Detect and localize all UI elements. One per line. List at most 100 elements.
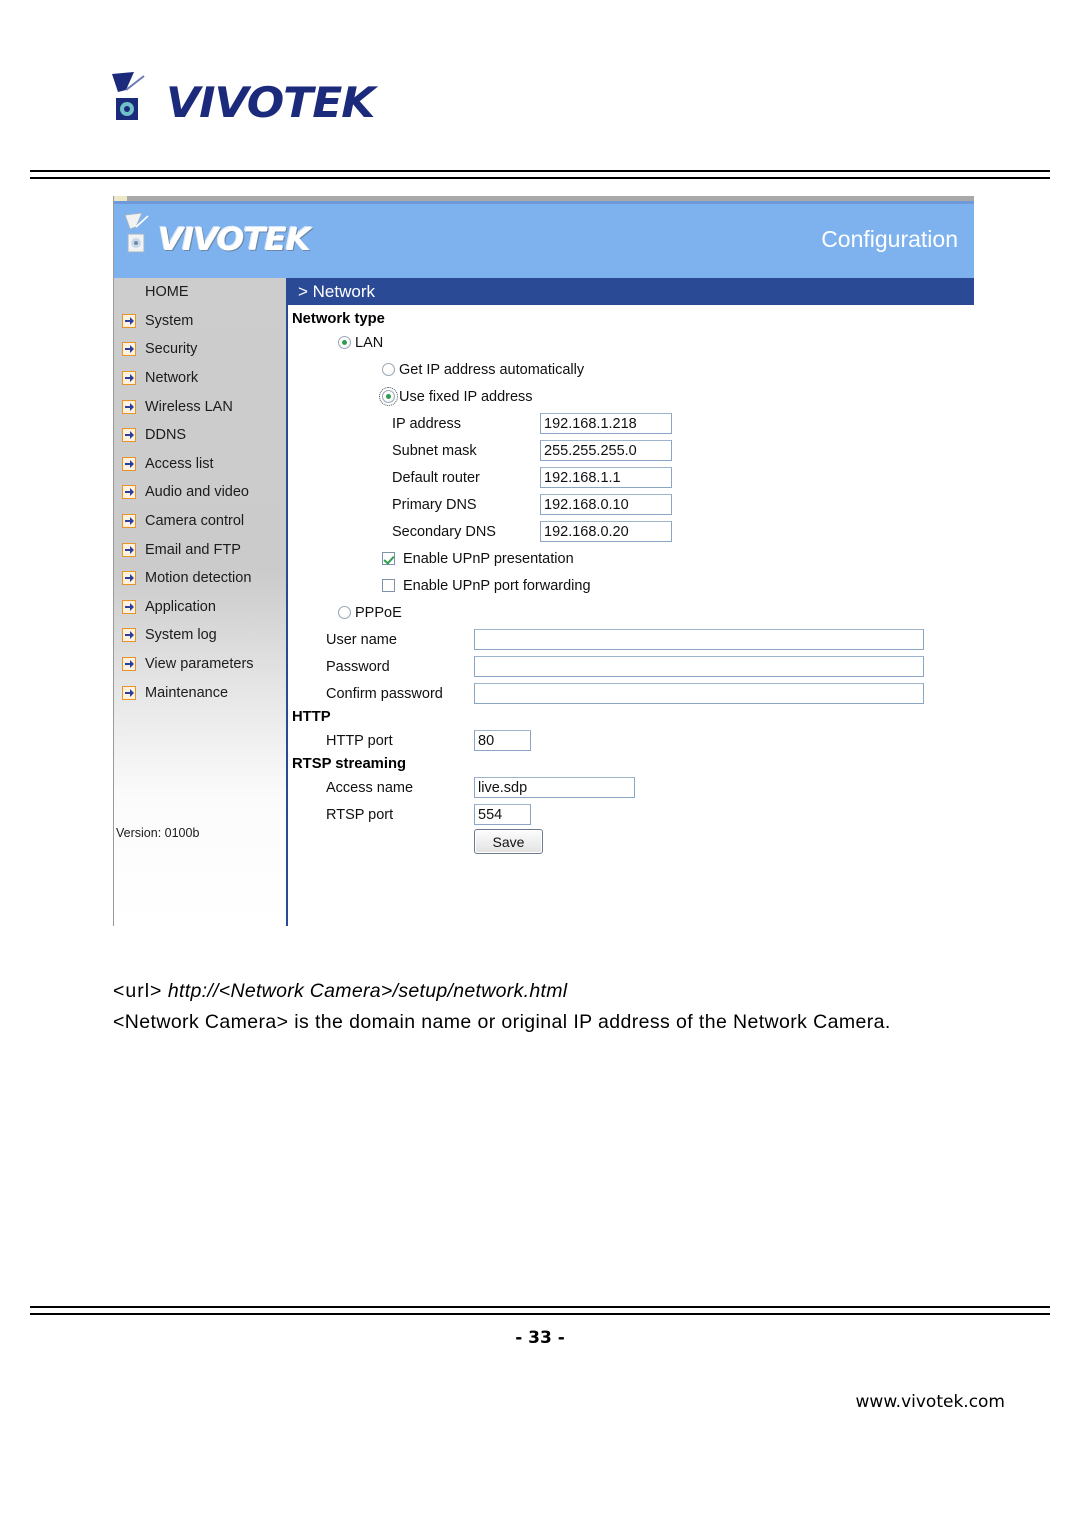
sidebar-item-home[interactable]: HOME	[114, 278, 286, 307]
subnet-mask-input[interactable]: 255.255.255.0	[540, 440, 672, 461]
upnp-presentation-label: Enable UPnP presentation	[403, 550, 574, 567]
arrow-right-icon	[122, 371, 136, 386]
get-ip-auto-radio[interactable]	[382, 363, 395, 376]
arrow-right-icon	[122, 456, 136, 471]
window-corner-nib	[114, 196, 127, 201]
sidebar-item-ddns[interactable]: DDNS	[114, 421, 286, 450]
sidebar-item-application[interactable]: Application	[114, 593, 286, 622]
upnp-presentation-checkbox[interactable]	[382, 552, 395, 565]
sidebar-item-motion-detection[interactable]: Motion detection	[114, 564, 286, 593]
website-url: www.vivotek.com	[855, 1392, 1005, 1412]
vivotek-camera-icon-banner	[124, 212, 149, 253]
arrow-right-icon	[122, 514, 136, 529]
upnp-forwarding-checkbox[interactable]	[382, 579, 395, 592]
sidebar-item-label: System	[145, 312, 194, 329]
secondary-dns-row: Secondary DNS 192.168.0.20	[292, 518, 974, 545]
rtsp-port-row: RTSP port 554	[292, 801, 974, 828]
sidebar-item-label: View parameters	[145, 656, 254, 673]
get-ip-auto-row[interactable]: Get IP address automatically	[292, 356, 974, 383]
pppoe-radio[interactable]	[338, 606, 351, 619]
sidebar-item-view-parameters[interactable]: View parameters	[114, 650, 286, 679]
secondary-dns-input[interactable]: 192.168.0.20	[540, 521, 672, 542]
arrow-right-icon	[122, 342, 136, 357]
caption-url-value: http://<Network Camera>/setup/network.ht…	[167, 980, 568, 1002]
caption-note: <Network Camera> is the domain name or o…	[113, 1011, 891, 1033]
sidebar-item-camera-control[interactable]: Camera control	[114, 507, 286, 536]
use-fixed-ip-label: Use fixed IP address	[399, 388, 533, 405]
http-port-input[interactable]: 80	[474, 730, 531, 751]
vivotek-camera-icon	[112, 72, 145, 120]
access-name-input[interactable]: live.sdp	[474, 777, 635, 798]
ip-address-label: IP address	[392, 415, 462, 432]
lan-radio[interactable]	[338, 336, 351, 349]
sidebar-item-email-and-ftp[interactable]: Email and FTP	[114, 535, 286, 564]
sidebar-item-system[interactable]: System	[114, 307, 286, 336]
primary-dns-row: Primary DNS 192.168.0.10	[292, 491, 974, 518]
upnp-forwarding-row[interactable]: Enable UPnP port forwarding	[292, 572, 974, 599]
network-settings-screenshot: VIVOTEK Configuration HOME System Securi…	[113, 196, 974, 926]
sidebar-item-access-list[interactable]: Access list	[114, 450, 286, 479]
use-fixed-ip-radio[interactable]	[379, 387, 398, 406]
sidebar-item-maintenance[interactable]: Maintenance	[114, 678, 286, 707]
arrow-right-icon	[122, 685, 136, 700]
sidebar-item-wireless-lan[interactable]: Wireless LAN	[114, 392, 286, 421]
sidebar: HOME System Security Network Wireless LA…	[114, 278, 286, 926]
http-port-row: HTTP port 80	[292, 727, 974, 754]
arrow-right-icon	[122, 657, 136, 672]
footer-rule	[30, 1306, 1050, 1315]
arrow-right-icon	[122, 485, 136, 500]
pppoe-confirm-password-input[interactable]	[474, 683, 924, 704]
sidebar-item-system-log[interactable]: System log	[114, 621, 286, 650]
default-router-input[interactable]: 192.168.1.1	[540, 467, 672, 488]
default-router-row: Default router 192.168.1.1	[292, 464, 974, 491]
page-number: - 33 -	[515, 1328, 565, 1348]
ip-address-row: IP address 192.168.1.218	[292, 410, 974, 437]
save-row: Save	[292, 828, 974, 855]
sidebar-item-label: Application	[145, 598, 216, 615]
upnp-presentation-row[interactable]: Enable UPnP presentation	[292, 545, 974, 572]
sidebar-item-label: Email and FTP	[145, 541, 241, 558]
app-brand-text: VIVOTEK	[158, 222, 311, 258]
use-fixed-ip-row[interactable]: Use fixed IP address	[292, 383, 974, 410]
arrow-right-icon	[122, 571, 136, 586]
sidebar-item-network[interactable]: Network	[114, 364, 286, 393]
configuration-title: Configuration	[821, 226, 958, 252]
firmware-version: Version: 0100b	[116, 826, 200, 840]
arrow-right-icon	[122, 599, 136, 614]
arrow-right-icon	[122, 628, 136, 643]
content-panel: > Network Network type LAN Get IP addres…	[286, 278, 974, 926]
arrow-right-icon	[122, 399, 136, 414]
pppoe-username-input[interactable]	[474, 629, 924, 650]
network-form: Network type LAN Get IP address automati…	[288, 305, 974, 855]
sidebar-item-security[interactable]: Security	[114, 335, 286, 364]
pppoe-radio-row[interactable]: PPPoE	[292, 599, 974, 626]
subnet-mask-row: Subnet mask 255.255.255.0	[292, 437, 974, 464]
upnp-forwarding-label: Enable UPnP port forwarding	[403, 577, 591, 594]
network-type-heading: Network type	[292, 311, 385, 327]
http-port-label: HTTP port	[326, 732, 393, 749]
pppoe-confirm-password-label: Confirm password	[326, 685, 443, 702]
subnet-mask-label: Subnet mask	[392, 442, 477, 459]
pppoe-label: PPPoE	[355, 604, 402, 621]
sidebar-item-label: HOME	[145, 284, 189, 301]
save-button[interactable]: Save	[474, 829, 543, 854]
sidebar-item-label: Network	[145, 370, 199, 387]
http-heading: HTTP	[292, 709, 331, 725]
sidebar-item-audio-and-video[interactable]: Audio and video	[114, 478, 286, 507]
sidebar-item-label: Maintenance	[145, 684, 229, 701]
lan-label: LAN	[355, 334, 384, 351]
sidebar-item-label: Camera control	[145, 513, 245, 530]
sidebar-item-label: DDNS	[145, 427, 187, 444]
window-top-edge	[114, 196, 974, 204]
arrow-right-icon	[122, 313, 136, 328]
sidebar-item-label: Security	[145, 341, 198, 358]
document-logo: VIVOTEK	[104, 66, 375, 134]
pppoe-password-input[interactable]	[474, 656, 924, 677]
lan-radio-row[interactable]: LAN	[292, 329, 974, 356]
arrow-right-icon	[122, 428, 136, 443]
primary-dns-input[interactable]: 192.168.0.10	[540, 494, 672, 515]
caption-url: <url> http://<Network Camera>/setup/netw…	[113, 980, 567, 1003]
secondary-dns-label: Secondary DNS	[392, 523, 496, 540]
rtsp-port-input[interactable]: 554	[474, 804, 531, 825]
ip-address-input[interactable]: 192.168.1.218	[540, 413, 672, 434]
